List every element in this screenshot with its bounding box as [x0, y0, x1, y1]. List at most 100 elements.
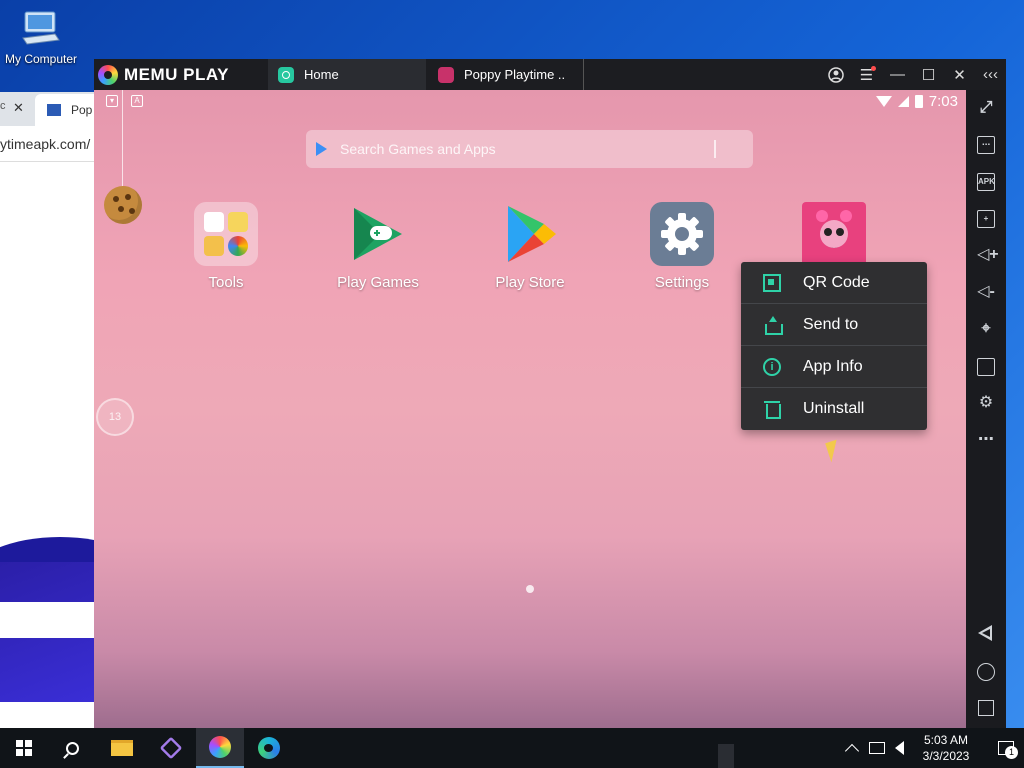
chrome-icon: [228, 236, 248, 256]
search-button[interactable]: [48, 728, 96, 768]
memu-window: MEMU PLAY Home Poppy Playtime .. ☰ — ☐ ✕…: [94, 59, 1006, 728]
settings-icon[interactable]: ⚙: [977, 395, 995, 413]
tab-poppy-playtime[interactable]: Poppy Playtime ..: [428, 59, 584, 90]
start-button[interactable]: [0, 728, 48, 768]
window-controls: ☰ — ☐ ✕ ‹‹‹: [820, 59, 1006, 90]
floating-bubble[interactable]: 13: [96, 398, 134, 436]
minimize-icon[interactable]: —: [882, 59, 913, 90]
page-content-block: [0, 602, 94, 638]
desktop-icon-label: My Computer: [4, 52, 78, 66]
menu-item-label: Uninstall: [803, 400, 865, 417]
apk-install-icon[interactable]: APK: [977, 173, 995, 191]
notification-center-button[interactable]: 1: [988, 728, 1024, 768]
memu-taskbar-button[interactable]: [196, 728, 244, 768]
folder-icon: [111, 740, 133, 756]
visual-studio-button[interactable]: [147, 728, 195, 768]
show-hidden-icons-icon[interactable]: [844, 743, 860, 759]
computer-icon: [21, 10, 61, 48]
tab-home-label: Home: [304, 67, 339, 82]
menu-item-qr-code[interactable]: QR Code: [741, 262, 927, 304]
poppy-app-icon: [438, 66, 454, 83]
volume-up-icon[interactable]: ◁+: [977, 247, 999, 265]
page-indicator: [526, 585, 534, 593]
wifi-icon: [875, 96, 892, 107]
clock-time: 5:03 AM: [923, 733, 969, 747]
location-icon[interactable]: ⌖: [977, 321, 995, 339]
notes-icon: [228, 212, 248, 232]
edge-button[interactable]: [245, 728, 293, 768]
recents-icon[interactable]: [978, 700, 994, 716]
notification-a-icon: A: [131, 95, 143, 107]
settings-gear-icon: [650, 202, 714, 266]
app-play-games[interactable]: Play Games: [323, 202, 433, 291]
android-screen[interactable]: ▾ A 7:03 13 Search Games and Apps Tools …: [94, 90, 966, 728]
windows-taskbar: 5:03 AM 3/3/2023 1: [0, 728, 1024, 768]
tab-home[interactable]: Home: [268, 59, 426, 90]
browser-tab-previous[interactable]: c: [0, 100, 6, 112]
notification-count: 1: [1005, 746, 1018, 759]
favicon-icon: [47, 104, 61, 116]
poppy-playtime-icon: [802, 202, 866, 266]
background-browser-window[interactable]: c ✕ Pop ytimeapk.com/: [0, 92, 94, 728]
file-explorer-button[interactable]: [98, 728, 146, 768]
app-context-menu: QR Code Send to i App Info Uninstall: [741, 262, 927, 430]
browser-tab-active[interactable]: Pop: [35, 94, 94, 126]
back-icon-inner: [982, 629, 990, 637]
close-icon[interactable]: ✕: [13, 100, 24, 116]
folder-icon[interactable]: [977, 358, 995, 376]
info-icon: i: [763, 357, 781, 376]
app-label: Play Store: [495, 274, 565, 291]
browser-tab-bar: c ✕ Pop: [0, 92, 94, 126]
network-icon[interactable]: [869, 742, 885, 754]
browser-address-bar[interactable]: ytimeapk.com/: [0, 126, 94, 162]
app-label: Play Games: [337, 274, 419, 291]
volume-down-icon[interactable]: ◁-: [977, 284, 995, 302]
menu-item-label: QR Code: [803, 273, 870, 291]
menu-icon[interactable]: ☰: [851, 59, 882, 90]
more-icon[interactable]: ⋯: [977, 432, 995, 450]
system-tray: 5:03 AM 3/3/2023 1: [835, 728, 1024, 768]
status-time: 7:03: [928, 93, 958, 110]
memu-icon: [209, 736, 231, 758]
play-store-icon: [498, 202, 562, 266]
close-icon[interactable]: ✕: [944, 59, 975, 90]
app-tools[interactable]: Tools: [171, 202, 281, 291]
search-bar[interactable]: [306, 130, 753, 168]
app-label: Tools: [208, 274, 244, 291]
clock-date: 3/3/2023: [922, 749, 970, 763]
keyboard-icon[interactable]: ⋯: [977, 136, 995, 154]
google-icon: [204, 212, 224, 232]
fullscreen-icon[interactable]: ⤢: [977, 100, 995, 118]
notification-dot: [871, 66, 876, 71]
tab-poppy-label: Poppy Playtime ..: [464, 67, 566, 82]
search-input[interactable]: [340, 136, 700, 162]
memu-titlebar[interactable]: MEMU PLAY Home Poppy Playtime .. ☰ — ☐ ✕…: [94, 59, 1006, 90]
maximize-icon[interactable]: ☐: [913, 59, 944, 90]
menu-item-label: App Info: [803, 357, 863, 375]
collapse-sidebar-icon[interactable]: ‹‹‹: [975, 59, 1006, 90]
menu-item-uninstall[interactable]: Uninstall: [741, 388, 927, 430]
memu-brand: MEMU PLAY: [124, 65, 229, 84]
menu-item-label: Send to: [803, 315, 859, 333]
home-icon: [278, 66, 294, 83]
multi-instance-icon[interactable]: +: [977, 210, 995, 228]
qr-code-icon: [763, 273, 781, 292]
notification-shield-icon: ▾: [106, 95, 118, 107]
search-divider: [714, 140, 716, 158]
home-circle-icon[interactable]: [977, 663, 995, 681]
menu-item-app-info[interactable]: i App Info: [741, 346, 927, 388]
tools-folder-icon: [194, 202, 258, 266]
app-settings[interactable]: Settings: [627, 202, 737, 291]
app-play-store[interactable]: Play Store: [475, 202, 585, 291]
clock[interactable]: 5:03 AM 3/3/2023: [916, 732, 976, 764]
cookie-icon[interactable]: [104, 186, 142, 224]
mouse-cursor-icon: [825, 439, 843, 463]
volume-icon[interactable]: [895, 741, 904, 755]
battery-icon: [914, 95, 923, 108]
android-status-bar: ▾ A 7:03: [94, 90, 966, 114]
account-icon[interactable]: [820, 59, 851, 90]
menu-item-send-to[interactable]: Send to: [741, 304, 927, 346]
signal-icon: [897, 96, 909, 107]
play-games-icon: [346, 202, 410, 266]
desktop-icon-my-computer[interactable]: My Computer: [2, 8, 80, 66]
